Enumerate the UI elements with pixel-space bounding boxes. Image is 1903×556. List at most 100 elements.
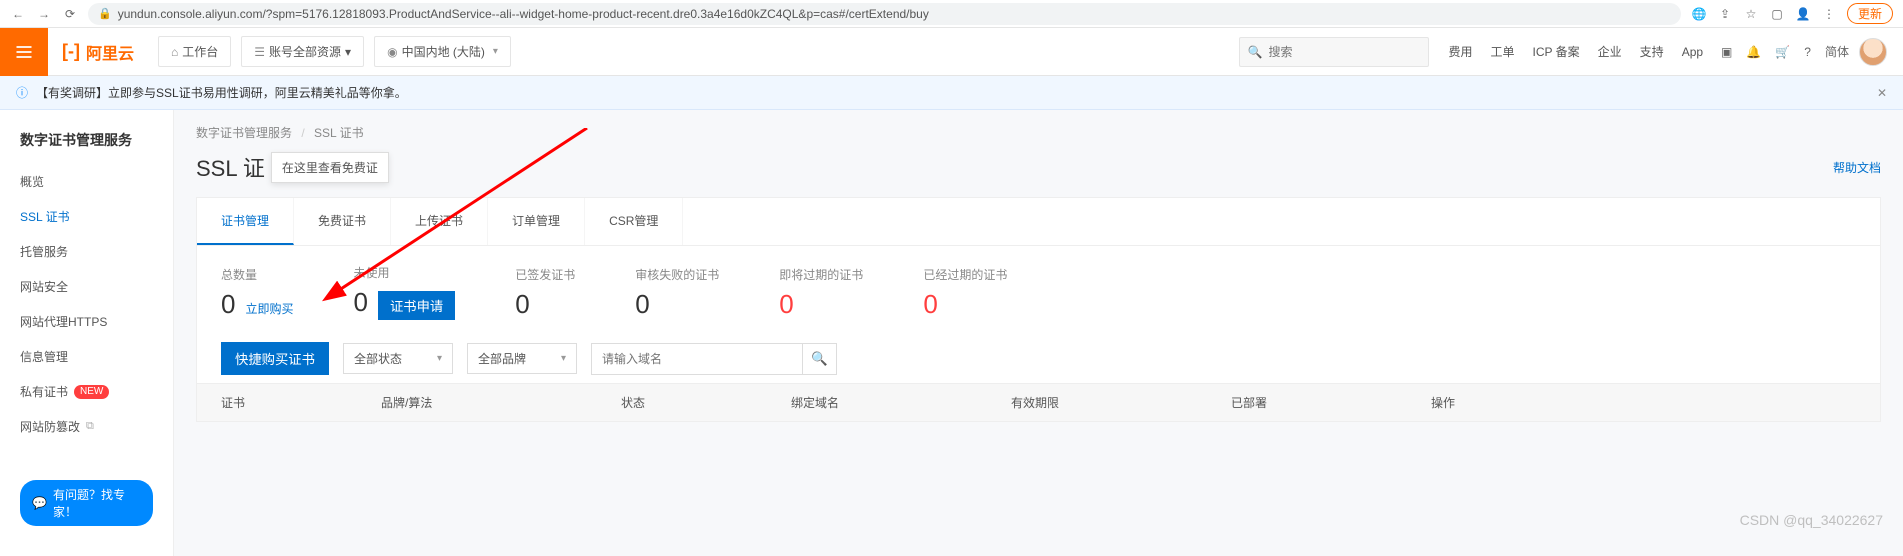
sidebar-item-label: 网站代理HTTPS	[20, 313, 107, 330]
domain-search: 🔍	[591, 343, 837, 375]
content-card: 证书管理 免费证书 上传证书 订单管理 CSR管理 总数量 0立即购买 未使用 …	[196, 197, 1881, 422]
sidebar-item-tamper[interactable]: 网站防篡改⧉	[0, 409, 173, 444]
console-topbar: [-] 阿里云 ⌂ 工作台 ☰ 账号全部资源 ▾ ◉ 中国内地 (大陆) ▾ 🔍…	[0, 28, 1903, 76]
col-action: 操作	[1431, 394, 1856, 411]
tab-csr[interactable]: CSR管理	[585, 198, 683, 245]
globe-icon: ◉	[387, 45, 397, 59]
col-cert: 证书	[221, 394, 381, 411]
external-link-icon: ⧉	[86, 420, 94, 433]
domain-search-button[interactable]: 🔍	[802, 344, 836, 374]
info-icon: ⓘ	[16, 84, 28, 101]
panel-icon[interactable]: ▢	[1769, 7, 1785, 21]
help-doc-link[interactable]: 帮助文档	[1833, 159, 1881, 176]
stat-failed: 审核失败的证书 0	[635, 266, 719, 320]
brand[interactable]: [-] 阿里云	[48, 40, 148, 64]
link-ticket[interactable]: 工单	[1491, 43, 1515, 60]
buy-now-link[interactable]: 立即购买	[245, 300, 293, 317]
forward-icon[interactable]: →	[36, 7, 52, 21]
star-icon[interactable]: ☆	[1743, 7, 1759, 21]
sidebar-item-overview[interactable]: 概览	[0, 164, 173, 199]
status-select[interactable]: 全部状态▾	[343, 343, 453, 374]
brand-select[interactable]: 全部品牌 ▾	[467, 343, 577, 374]
search-input[interactable]	[1268, 45, 1423, 59]
link-fee[interactable]: 费用	[1449, 43, 1473, 60]
topbar-links: 费用 工单 ICP 备案 企业 支持 App	[1449, 43, 1704, 60]
breadcrumb: 数字证书管理服务 / SSL 证书	[174, 110, 1903, 147]
sidebar-item-label: 概览	[20, 173, 44, 190]
domain-input[interactable]	[592, 346, 802, 372]
page-title: SSL 证	[196, 151, 265, 183]
stat-value: 0	[353, 287, 367, 318]
update-button[interactable]: 更新	[1847, 3, 1893, 24]
avatar[interactable]	[1859, 38, 1887, 66]
sidebar-item-label: 信息管理	[20, 348, 68, 365]
region-select[interactable]: ◉ 中国内地 (大陆) ▾	[374, 36, 511, 67]
sidebar-item-websec[interactable]: 网站安全	[0, 269, 173, 304]
account-scope-select[interactable]: ☰ 账号全部资源 ▾	[241, 36, 364, 67]
col-deployed: 已部署	[1231, 394, 1431, 411]
stat-value: 0	[635, 289, 649, 320]
profile-icon[interactable]: 👤	[1795, 7, 1811, 21]
notice-banner: ⓘ 【有奖调研】立即参与SSL证书易用性调研，阿里云精美礼品等你拿。 ✕	[0, 76, 1903, 110]
topbar-icons: ▣ 🔔 🛒 ? 简体	[1721, 43, 1849, 60]
sidebar-item-privatecert[interactable]: 私有证书 NEW	[0, 374, 173, 409]
stat-label: 即将过期的证书	[779, 266, 863, 283]
stat-expiring: 即将过期的证书 0	[779, 266, 863, 320]
kebab-icon[interactable]: ⋮	[1821, 7, 1837, 21]
stat-unused: 未使用 0证书申请	[353, 264, 455, 320]
home-icon: ⌂	[171, 45, 178, 59]
notice-text: 【有奖调研】立即参与SSL证书易用性调研，阿里云精美礼品等你拿。	[36, 84, 407, 101]
sidebar-item-label: 私有证书	[20, 383, 68, 400]
global-search[interactable]: 🔍	[1239, 37, 1429, 67]
close-icon[interactable]: ✕	[1877, 86, 1887, 100]
select-value: 全部品牌	[478, 350, 526, 367]
expert-help-button[interactable]: 💬 有问题？找专家！	[20, 480, 153, 526]
sidebar-item-label: SSL 证书	[20, 208, 70, 225]
col-domain: 绑定域名	[791, 394, 1011, 411]
sidebar-item-hosting[interactable]: 托管服务	[0, 234, 173, 269]
cloudshell-icon[interactable]: ▣	[1721, 45, 1732, 59]
stat-expired: 已经过期的证书 0	[923, 266, 1007, 320]
breadcrumb-root[interactable]: 数字证书管理服务	[196, 126, 292, 140]
quick-buy-button[interactable]: 快捷购买证书	[221, 342, 329, 375]
address-bar[interactable]: 🔒 yundun.console.aliyun.com/?spm=5176.12…	[88, 3, 1681, 25]
select-value: 全部状态	[354, 350, 402, 367]
help-icon[interactable]: ?	[1804, 45, 1811, 59]
sidebar-item-label: 托管服务	[20, 243, 68, 260]
link-enterprise[interactable]: 企业	[1598, 43, 1622, 60]
tab-order[interactable]: 订单管理	[488, 198, 585, 245]
watermark: CSDN @qq_34022627	[1740, 512, 1883, 528]
chevron-down-icon: ▾	[561, 353, 566, 364]
tab-upload-cert[interactable]: 上传证书	[391, 198, 488, 245]
breadcrumb-current: SSL 证书	[314, 126, 364, 140]
bell-icon[interactable]: 🔔	[1746, 45, 1761, 59]
back-icon[interactable]: ←	[10, 7, 26, 21]
link-icp[interactable]: ICP 备案	[1533, 43, 1580, 60]
sidebar-item-ssl[interactable]: SSL 证书	[0, 199, 173, 234]
col-brand: 品牌/算法	[381, 394, 621, 411]
tabs: 证书管理 免费证书 上传证书 订单管理 CSR管理	[197, 198, 1880, 246]
translate-icon[interactable]: 🌐	[1691, 7, 1707, 21]
tab-free-cert[interactable]: 免费证书	[294, 198, 391, 245]
stat-total: 总数量 0立即购买	[221, 266, 293, 320]
stats-row: 总数量 0立即购买 未使用 0证书申请 已签发证书 0 审核失败的证书 0 即将…	[197, 246, 1880, 328]
link-app[interactable]: App	[1682, 45, 1703, 59]
sidebar-item-info[interactable]: 信息管理	[0, 339, 173, 374]
cart-icon[interactable]: 🛒	[1775, 45, 1790, 59]
link-support[interactable]: 支持	[1640, 43, 1664, 60]
stat-value: 0	[515, 289, 529, 320]
share-icon[interactable]: ⇪	[1717, 7, 1733, 21]
lang-switch[interactable]: 简体	[1825, 43, 1849, 60]
apply-cert-button[interactable]: 证书申请	[378, 291, 455, 320]
new-badge: NEW	[74, 385, 109, 399]
tab-cert-manage[interactable]: 证书管理	[197, 198, 294, 245]
sidebar-title: 数字证书管理服务	[0, 124, 173, 164]
stat-value: 0	[923, 289, 937, 320]
reload-icon[interactable]: ⟳	[62, 7, 78, 21]
sidebar-item-proxyhttps[interactable]: 网站代理HTTPS	[0, 304, 173, 339]
workbench-label: 工作台	[182, 43, 218, 60]
brand-text: 阿里云	[86, 40, 134, 64]
hamburger-menu[interactable]	[0, 28, 48, 76]
workbench-button[interactable]: ⌂ 工作台	[158, 36, 231, 67]
chevron-down-icon: ▾	[493, 46, 498, 57]
